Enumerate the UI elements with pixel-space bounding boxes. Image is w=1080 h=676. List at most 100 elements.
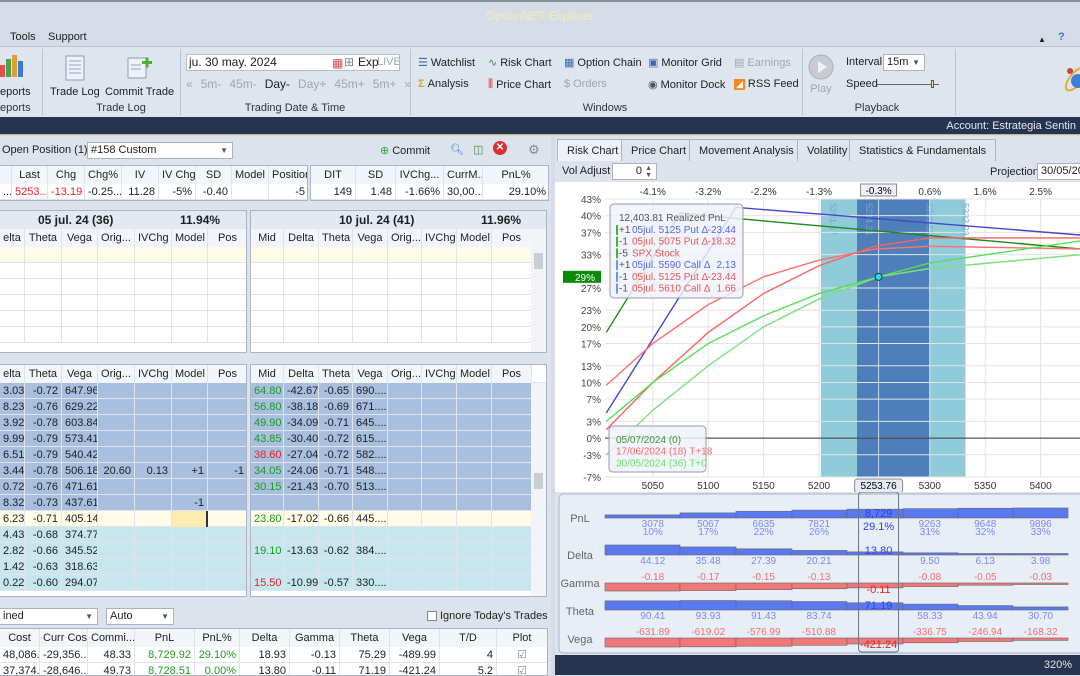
column-header[interactable]: Mid (251, 229, 284, 247)
column-header[interactable]: Model (457, 229, 492, 247)
table-row[interactable]: 3.92 -0.78 603.84 (0, 415, 246, 431)
table-row[interactable]: 1.42 -0.63 318.63 (0, 559, 246, 575)
column-header[interactable]: Model (172, 365, 208, 383)
collapse-ribbon-icon[interactable]: ▲ (1038, 35, 1046, 44)
table-row[interactable]: 9.99 -0.79 573.41 (0, 431, 246, 447)
column-header[interactable]: Model (172, 229, 208, 247)
table-row[interactable]: 8.32 -0.73 437.61 -1 (0, 495, 246, 511)
column-header[interactable]: Model (457, 365, 492, 383)
table-row[interactable]: 4.43 -0.68 374.77 (0, 527, 246, 543)
speed-slider[interactable] (877, 80, 939, 88)
columns-icon[interactable]: ◫ (473, 143, 483, 156)
column-header[interactable]: elta (0, 229, 25, 247)
tab-price-chart[interactable]: Price Chart (621, 139, 697, 161)
column-header[interactable]: T/D (440, 629, 497, 647)
column-header[interactable]: IVChg (135, 229, 172, 247)
tab-movement-analysis[interactable]: Movement Analysis (689, 139, 804, 161)
table-row[interactable]: 0.22 -0.60 294.07 (0, 575, 246, 591)
column-header[interactable]: SD (356, 166, 396, 184)
menu-tools[interactable]: Tools (10, 31, 36, 43)
nav-5m-forward[interactable]: 5m+ (373, 77, 397, 91)
column-header[interactable]: Vega (62, 229, 98, 247)
help-icon[interactable]: ? (1058, 31, 1065, 43)
table-row[interactable] (251, 559, 546, 575)
column-header[interactable]: Cost (0, 629, 40, 647)
table-row[interactable]: 23.80 -17.02 -0.66 445.... (251, 511, 546, 527)
exp-label[interactable]: Exp (358, 55, 379, 70)
column-header[interactable]: IVChg (422, 229, 457, 247)
gear-icon[interactable]: ⚙ (528, 142, 540, 158)
analysis-button[interactable]: Σ Analysis (418, 78, 469, 90)
column-header[interactable]: Theta (340, 629, 390, 647)
column-header[interactable]: Theta (25, 229, 62, 247)
table-row[interactable] (251, 263, 546, 279)
interval-select[interactable]: 15m ▼ (883, 54, 925, 71)
column-header[interactable]: Plot (497, 629, 547, 647)
table-row[interactable]: 48,086....-29,356...48.338,729.9229.10%1… (0, 647, 547, 663)
table-row[interactable] (251, 295, 546, 311)
table-row[interactable] (251, 327, 546, 343)
table-row[interactable] (0, 247, 246, 263)
column-header[interactable]: Theta (25, 365, 62, 383)
earnings-button[interactable]: ▤ Earnings (734, 56, 791, 70)
tab-risk-chart[interactable]: Risk Chart (557, 139, 629, 161)
table-row[interactable]: 34.05 -24.06 -0.71 548.... (251, 463, 546, 479)
column-header[interactable]: Model (232, 166, 269, 184)
nav-45m-back[interactable]: 45m- (229, 77, 256, 91)
column-header[interactable]: Vega (353, 365, 388, 383)
monitor-grid-button[interactable]: ▣ Monitor Grid (648, 56, 722, 70)
ignore-todays-trades-checkbox[interactable]: Ignore Today's Trades (427, 610, 548, 622)
table-row[interactable] (0, 311, 246, 327)
table-row[interactable] (251, 527, 546, 543)
column-header[interactable]: Gamma (290, 629, 340, 647)
table-row[interactable]: 6.51 -0.79 540.42 (0, 447, 246, 463)
column-header[interactable]: Last (12, 166, 48, 184)
table-row[interactable]: 37,374....-28,646...49.738,728.510.00%13… (0, 663, 547, 675)
orders-button[interactable]: $ Orders (564, 78, 607, 90)
play-button[interactable]: Play (808, 54, 834, 95)
table-row[interactable]: 56.80 -38.18 -0.69 671.... (251, 399, 546, 415)
column-header[interactable]: CurrM... (444, 166, 483, 184)
column-header[interactable]: Pos (208, 365, 246, 383)
column-header[interactable]: Chg% (85, 166, 122, 184)
column-header[interactable]: Orig... (388, 365, 422, 383)
vol-adjust-spinner[interactable]: 0 ▲ ▼ (612, 163, 657, 180)
table-row[interactable] (0, 263, 246, 279)
reports-button[interactable]: eports (0, 53, 31, 98)
commit-trade-button[interactable]: Commit Trade (105, 55, 174, 98)
column-header[interactable]: Vega (390, 629, 440, 647)
column-header[interactable]: IVChg... (396, 166, 444, 184)
table-row[interactable]: 19.10 -13.63 -0.62 384.... (251, 543, 546, 559)
column-header[interactable]: IVChg (422, 365, 457, 383)
table-row[interactable]: 3.03 -0.72 647.96 (0, 383, 246, 399)
option-chain-button[interactable]: ▦ Option Chain (564, 56, 642, 70)
column-header[interactable]: PnL% (195, 629, 240, 647)
table-row[interactable] (0, 279, 246, 295)
column-header[interactable]: SD (196, 166, 232, 184)
nav-day-back[interactable]: Day- (265, 77, 290, 91)
checkbox-icon[interactable] (427, 611, 437, 621)
table-row[interactable] (251, 247, 546, 263)
model-edit-cell[interactable] (172, 511, 208, 527)
table-row[interactable]: ... 5253... -13.19 -0.25... 11.28 -5% -0.40 -5 (0, 184, 307, 200)
column-header[interactable]: Orig... (98, 365, 135, 383)
column-header[interactable]: Orig... (388, 229, 422, 247)
tab-statistics-fundamentals[interactable]: Statistics & Fundamentals (849, 139, 997, 161)
spinner-arrows-icon[interactable]: ▲ ▼ (645, 165, 652, 179)
column-header[interactable]: Delta (284, 365, 319, 383)
column-header[interactable]: IV Chg (159, 166, 196, 184)
column-header[interactable]: PnL% (483, 166, 548, 184)
trading-date-input[interactable]: ju. 30 may. 2024 ▦ ⊞ Exp LIVE (186, 54, 401, 71)
column-header[interactable] (0, 166, 12, 184)
column-header[interactable]: Theta (319, 365, 353, 383)
table-row[interactable]: 38.60 -27.04 -0.72 582.... (251, 447, 546, 463)
column-header[interactable]: elta (0, 365, 25, 383)
table-row[interactable]: 6.23 -0.71 405.14 (0, 511, 246, 527)
mode-select[interactable]: ined ▼ (0, 608, 98, 625)
table-row[interactable]: 0.72 -0.76 471.61 (0, 479, 246, 495)
table-row[interactable]: 8.23 -0.76 629.22 (0, 399, 246, 415)
calendar-icon[interactable]: ▦ (332, 56, 343, 71)
speed-slider-thumb[interactable] (931, 80, 934, 88)
plot-checkbox[interactable]: ☑ (497, 663, 547, 675)
current-position-marker[interactable] (874, 272, 883, 281)
